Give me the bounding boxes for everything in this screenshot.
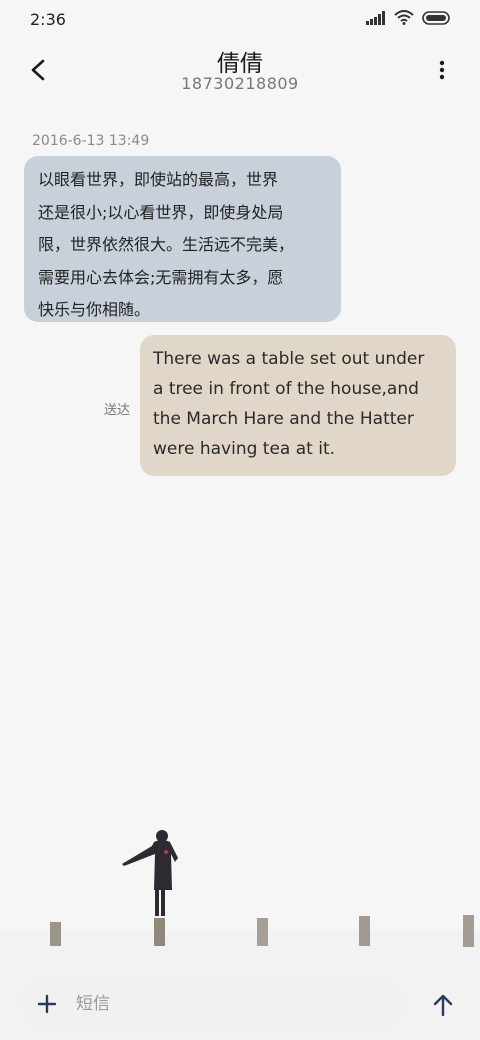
contact-name: 倩倩 (217, 51, 263, 77)
message-line: a tree in front of the house,and (153, 379, 419, 399)
message-line: were having tea at it. (153, 439, 336, 459)
message-line: the March Hare and the Hatter (153, 409, 414, 429)
more-vertical-icon (439, 60, 445, 80)
message-line: 还是很小;以心看世界，即使身处局 (38, 202, 284, 222)
message-timestamp: 2016-6-13 13:49 (32, 133, 150, 149)
signal-icon (366, 10, 385, 25)
more-options-button[interactable] (428, 54, 456, 86)
status-icons (366, 10, 452, 25)
message-composer (18, 977, 406, 1031)
message-line: There was a table set out under (153, 349, 425, 369)
wifi-icon (394, 10, 414, 25)
outgoing-message-bubble[interactable]: There was a table set out under a tree i… (140, 335, 456, 476)
add-attachment-button[interactable] (33, 990, 61, 1018)
message-line: 限，世界依然很大。生活远不完美， (38, 235, 295, 254)
message-line: 快乐与你相随。 (38, 300, 151, 319)
contact-phone-number: 18730218809 (181, 74, 299, 93)
status-bar: 2:36 (0, 0, 480, 40)
incoming-message-bubble[interactable]: 以眼看世界，即使站的最高，世界 还是很小;以心看世界，即使身处局 限，世界依然很… (24, 156, 341, 322)
conversation-header: 倩倩 18730218809 (0, 40, 480, 100)
send-button[interactable] (426, 988, 460, 1022)
battery-icon (422, 10, 450, 25)
message-input[interactable] (76, 987, 386, 1021)
status-time: 2:36 (30, 10, 66, 29)
plus-icon (37, 994, 57, 1014)
message-line: 以眼看世界，即使站的最高，世界 (38, 170, 279, 189)
delivery-status: 送达 (104, 403, 131, 418)
send-arrow-icon (433, 994, 453, 1017)
message-line: 需要用心去体会;无需拥有太多，愿 (38, 267, 284, 287)
